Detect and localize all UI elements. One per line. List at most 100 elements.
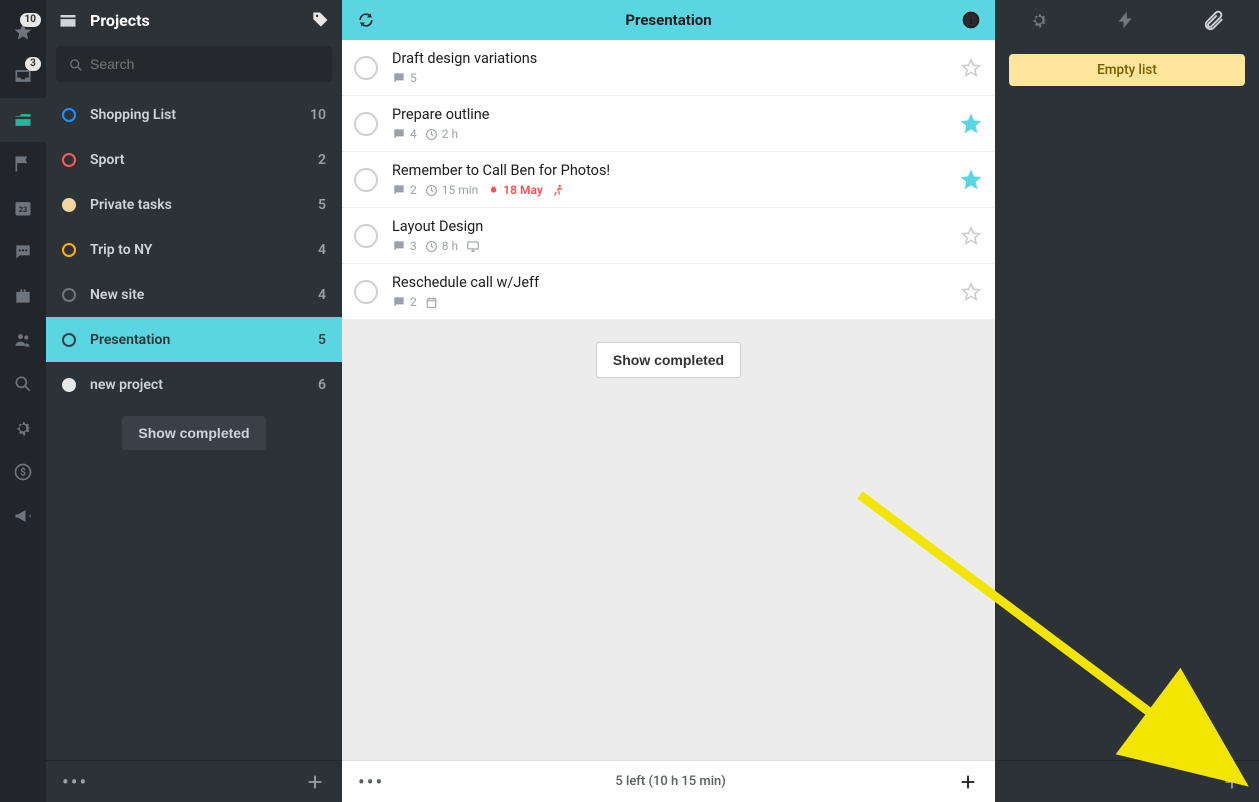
project-color-dot <box>62 333 76 347</box>
sync-icon[interactable] <box>356 10 376 30</box>
tag-icon[interactable] <box>310 10 330 30</box>
empty-list-pill: Empty list <box>1009 54 1245 86</box>
sidebar-footer: ••• <box>46 760 342 802</box>
projects-icon <box>58 10 78 30</box>
main-panel: Presentation Draft design variations 5 Pre… <box>342 0 995 802</box>
project-item[interactable]: Trip to NY 4 <box>46 227 342 272</box>
task-row[interactable]: Layout Design 3 8 h <box>342 208 995 264</box>
run-icon <box>551 183 565 197</box>
sidebar: Projects Shopping List 10 Sport2Private ta… <box>46 0 342 802</box>
star-icon[interactable] <box>961 58 981 78</box>
comments-icon: 5 <box>392 71 417 85</box>
calendar-icon <box>425 296 438 309</box>
task-row[interactable]: Reschedule call w/Jeff 2 <box>342 264 995 320</box>
main-more-icon[interactable]: ••• <box>358 770 384 794</box>
project-name: Presentation <box>90 332 304 348</box>
task-meta: 215 min18 May <box>392 183 947 197</box>
rail-chat[interactable] <box>0 230 46 274</box>
add-task-button[interactable] <box>957 771 979 793</box>
project-name: new project <box>90 377 304 393</box>
right-header <box>995 0 1259 40</box>
project-item[interactable]: Sport2 <box>46 137 342 182</box>
right-tab-attachments[interactable] <box>1203 9 1225 31</box>
rail-billing[interactable]: $ <box>0 450 46 494</box>
right-add-button[interactable] <box>1221 771 1243 793</box>
screen-icon <box>466 239 480 253</box>
task-status: 5 left (10 h 15 min) <box>384 774 957 789</box>
task-name: Reschedule call w/Jeff <box>392 274 947 291</box>
star-icon[interactable] <box>961 170 981 190</box>
project-color-dot <box>62 198 76 212</box>
main-footer: ••• 5 left (10 h 15 min) <box>342 760 995 802</box>
star-icon[interactable] <box>961 282 981 302</box>
project-color-dot <box>62 108 76 122</box>
rail-starred-badge: 10 <box>20 13 41 27</box>
rail-inbox[interactable]: 3 <box>0 54 46 98</box>
project-item[interactable]: New site4 <box>46 272 342 317</box>
project-item[interactable]: Shopping List 10 <box>46 92 342 137</box>
fire-icon: 18 May <box>486 183 543 197</box>
info-icon[interactable] <box>961 10 981 30</box>
task-row[interactable]: Remember to Call Ben for Photos!215 min1… <box>342 152 995 208</box>
more-icon[interactable]: ••• <box>62 770 88 794</box>
task-row[interactable]: Draft design variations 5 <box>342 40 995 96</box>
task-checkbox[interactable] <box>354 224 378 248</box>
project-item[interactable]: new project 6 <box>46 362 342 402</box>
comments-icon: 4 <box>392 127 417 141</box>
right-footer <box>995 760 1259 802</box>
project-list: Shopping List10Sport2Private tasks5Trip … <box>46 92 342 402</box>
sidebar-header: Projects <box>46 0 342 40</box>
rail-projects[interactable] <box>0 98 46 142</box>
svg-text:$: $ <box>20 465 26 478</box>
task-meta: 3 8 h <box>392 239 947 253</box>
project-count: 4 <box>318 242 326 258</box>
search-input[interactable] <box>56 46 332 82</box>
right-body: Empty list <box>995 40 1259 760</box>
right-tab-settings[interactable] <box>1029 10 1049 30</box>
task-list: Draft design variations 5 Prepare outline 4… <box>342 40 995 320</box>
project-name: Trip to NY <box>90 242 304 258</box>
search-wrap <box>46 40 342 92</box>
main-show-completed-button[interactable]: Show completed <box>596 342 741 378</box>
project-name: Shopping List <box>90 107 296 123</box>
project-color-dot <box>62 378 76 392</box>
project-count: 5 <box>318 197 326 213</box>
rail-calendar[interactable]: 23 <box>0 186 46 230</box>
rail-people[interactable] <box>0 318 46 362</box>
rail-briefcase[interactable] <box>0 274 46 318</box>
main-header: Presentation <box>342 0 995 40</box>
search-icon <box>68 57 84 73</box>
task-name: Prepare outline <box>392 106 947 123</box>
task-checkbox[interactable] <box>354 112 378 136</box>
sidebar-title: Projects <box>90 11 298 30</box>
task-checkbox[interactable] <box>354 56 378 80</box>
task-name: Layout Design <box>392 218 947 235</box>
project-item[interactable]: Private tasks5 <box>46 182 342 227</box>
task-meta: 2 <box>392 295 947 309</box>
task-checkbox[interactable] <box>354 280 378 304</box>
comments-icon: 3 <box>392 239 417 253</box>
clock-icon: 15 min <box>425 183 479 197</box>
task-name: Draft design variations <box>392 50 947 67</box>
clock-icon: 2 h <box>425 127 458 141</box>
rail-search[interactable] <box>0 362 46 406</box>
right-tab-activity[interactable] <box>1116 10 1136 30</box>
task-checkbox[interactable] <box>354 168 378 192</box>
rail-starred[interactable]: 10 <box>0 10 46 54</box>
comments-icon: 2 <box>392 295 417 309</box>
rail-announce[interactable] <box>0 494 46 538</box>
add-project-button[interactable] <box>304 771 326 793</box>
rail-settings[interactable] <box>0 406 46 450</box>
show-completed-button[interactable]: Show completed <box>122 416 265 450</box>
star-icon[interactable] <box>961 226 981 246</box>
project-count: 10 <box>310 107 326 123</box>
clock-icon: 8 h <box>425 239 458 253</box>
project-item[interactable]: Presentation 5 <box>46 317 342 362</box>
project-count: 4 <box>318 287 326 303</box>
task-row[interactable]: Prepare outline 4 2 h <box>342 96 995 152</box>
project-count: 6 <box>318 377 326 393</box>
rail-flags[interactable] <box>0 142 46 186</box>
icon-rail: 10 3 23 $ <box>0 0 46 802</box>
project-count: 5 <box>318 332 326 348</box>
star-icon[interactable] <box>961 114 981 134</box>
